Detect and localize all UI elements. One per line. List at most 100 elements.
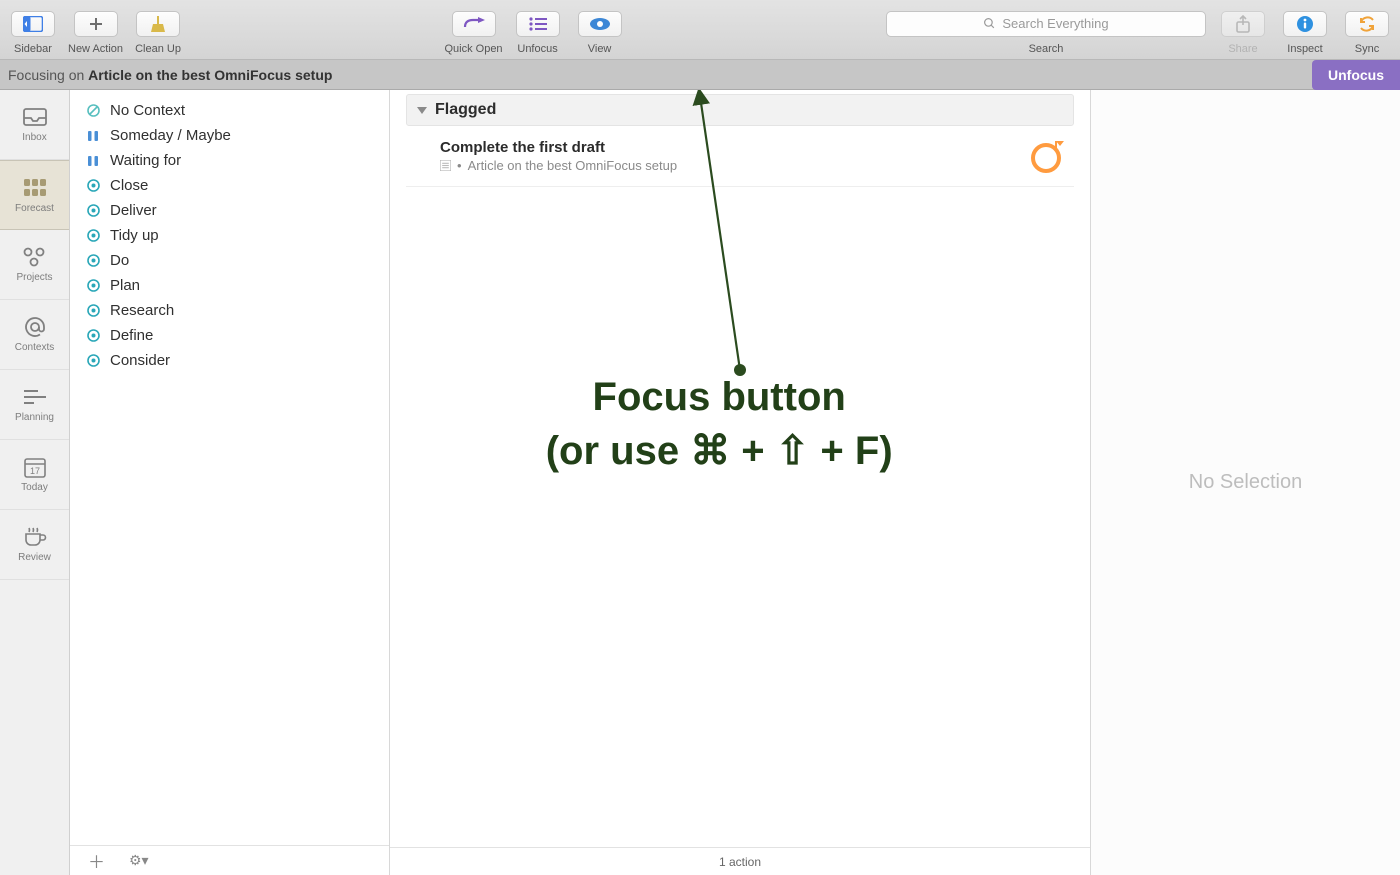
context-item[interactable]: Tidy up bbox=[70, 223, 389, 248]
context-footer: ＋ ⚙︎▾ bbox=[70, 845, 389, 875]
perspective-planning[interactable]: Planning bbox=[0, 370, 69, 440]
perspective-projects[interactable]: Projects bbox=[0, 230, 69, 300]
perspective-forecast[interactable]: Forecast bbox=[0, 160, 69, 230]
toolbar: Sidebar New Action Clean Up Quick Open Unfo… bbox=[0, 0, 1400, 60]
context-status-icon bbox=[86, 229, 100, 243]
context-list: No Context Someday / Maybe Waiting for Clos… bbox=[70, 90, 390, 875]
toolbar-label: Unfocus bbox=[517, 43, 557, 55]
search-label: Search bbox=[1029, 43, 1064, 55]
search-container: Search Everything Search bbox=[886, 5, 1206, 55]
calendar-icon: 17 bbox=[21, 456, 49, 478]
inbox-icon bbox=[21, 106, 49, 128]
search-placeholder: Search Everything bbox=[1002, 16, 1108, 31]
task-row[interactable]: Complete the first draft • Article on th… bbox=[406, 126, 1074, 187]
context-item[interactable]: Do bbox=[70, 248, 389, 273]
context-label: No Context bbox=[110, 102, 185, 119]
flag-status-icon[interactable] bbox=[1026, 136, 1066, 176]
perspective-inbox[interactable]: Inbox bbox=[0, 90, 69, 160]
context-status-icon bbox=[86, 304, 100, 318]
at-icon bbox=[21, 316, 49, 338]
svg-text:17: 17 bbox=[29, 466, 39, 476]
context-status-icon bbox=[86, 129, 100, 143]
planning-icon bbox=[21, 386, 49, 408]
share-icon bbox=[1221, 11, 1265, 37]
arrow-return-icon bbox=[452, 11, 496, 37]
grid-icon bbox=[21, 177, 49, 199]
context-item[interactable]: Plan bbox=[70, 273, 389, 298]
context-status-icon bbox=[86, 154, 100, 168]
perspective-sidebar: Inbox Forecast Projects Contexts Planning 17 T… bbox=[0, 90, 70, 875]
context-label: Someday / Maybe bbox=[110, 127, 231, 144]
toolbar-label: Clean Up bbox=[135, 43, 181, 55]
newaction-button[interactable]: New Action bbox=[68, 5, 123, 55]
search-input[interactable]: Search Everything bbox=[886, 11, 1206, 37]
annotation-line1: Focus button bbox=[546, 370, 893, 424]
context-label: Waiting for bbox=[110, 152, 181, 169]
group-title: Flagged bbox=[435, 101, 496, 119]
perspective-label: Today bbox=[21, 482, 48, 493]
unfocus-button[interactable]: Unfocus bbox=[1312, 60, 1400, 90]
toolbar-label: Quick Open bbox=[444, 43, 502, 55]
context-item[interactable]: Consider bbox=[70, 348, 389, 373]
toolbar-label: Sync bbox=[1355, 43, 1379, 55]
perspective-label: Projects bbox=[16, 272, 52, 283]
focus-title: Article on the best OmniFocus setup bbox=[88, 67, 332, 83]
list-icon bbox=[516, 11, 560, 37]
perspective-label: Forecast bbox=[15, 203, 54, 214]
broom-icon bbox=[136, 11, 180, 37]
inspector-panel: No Selection bbox=[1090, 90, 1400, 875]
toolbar-label: New Action bbox=[68, 43, 123, 55]
context-label: Plan bbox=[110, 277, 140, 294]
perspective-contexts[interactable]: Contexts bbox=[0, 300, 69, 370]
annotation-line2: (or use ⌘ + ⇧ + F) bbox=[546, 424, 893, 478]
perspective-label: Planning bbox=[15, 412, 54, 423]
context-label: Close bbox=[110, 177, 148, 194]
sidebar-button[interactable]: Sidebar bbox=[6, 5, 60, 55]
gear-icon[interactable]: ⚙︎▾ bbox=[129, 852, 149, 869]
context-label: Consider bbox=[110, 352, 170, 369]
context-label: Define bbox=[110, 327, 153, 344]
context-status-icon bbox=[86, 179, 100, 193]
inspector-placeholder: No Selection bbox=[1189, 471, 1302, 494]
toolbar-label: Inspect bbox=[1287, 43, 1322, 55]
cup-icon bbox=[21, 526, 49, 548]
status-bar: 1 action bbox=[390, 847, 1090, 875]
context-item[interactable]: Deliver bbox=[70, 198, 389, 223]
sidebar-icon bbox=[11, 11, 55, 37]
disclosure-triangle-icon[interactable] bbox=[417, 105, 427, 115]
task-project: Article on the best OmniFocus setup bbox=[468, 158, 678, 173]
toolbar-label: Share bbox=[1228, 43, 1257, 55]
quickopen-button[interactable]: Quick Open bbox=[444, 5, 502, 55]
cleanup-button[interactable]: Clean Up bbox=[131, 5, 185, 55]
perspective-review[interactable]: Review bbox=[0, 510, 69, 580]
context-item[interactable]: No Context bbox=[70, 98, 389, 123]
sync-icon bbox=[1345, 11, 1389, 37]
focus-prefix: Focusing on bbox=[8, 67, 88, 83]
add-icon[interactable]: ＋ bbox=[88, 848, 105, 873]
context-item[interactable]: Close bbox=[70, 173, 389, 198]
context-item[interactable]: Waiting for bbox=[70, 148, 389, 173]
context-status-icon bbox=[86, 104, 100, 118]
eye-icon bbox=[578, 11, 622, 37]
share-button: Share bbox=[1216, 5, 1270, 55]
sync-button[interactable]: Sync bbox=[1340, 5, 1394, 55]
unfocus-button[interactable]: Unfocus bbox=[511, 5, 565, 55]
context-status-icon bbox=[86, 279, 100, 293]
toolbar-label: View bbox=[588, 43, 612, 55]
inspect-button[interactable]: Inspect bbox=[1278, 5, 1332, 55]
group-header[interactable]: Flagged bbox=[406, 94, 1074, 126]
context-status-icon bbox=[86, 254, 100, 268]
context-item[interactable]: Define bbox=[70, 323, 389, 348]
context-item[interactable]: Someday / Maybe bbox=[70, 123, 389, 148]
perspective-today[interactable]: 17 Today bbox=[0, 440, 69, 510]
toolbar-label: Sidebar bbox=[14, 43, 52, 55]
context-label: Research bbox=[110, 302, 174, 319]
plus-icon bbox=[74, 11, 118, 37]
context-item[interactable]: Research bbox=[70, 298, 389, 323]
context-status-icon bbox=[86, 204, 100, 218]
context-status-icon bbox=[86, 329, 100, 343]
project-icon bbox=[440, 160, 451, 171]
search-icon bbox=[983, 17, 996, 30]
view-button[interactable]: View bbox=[573, 5, 627, 55]
projects-icon bbox=[21, 246, 49, 268]
